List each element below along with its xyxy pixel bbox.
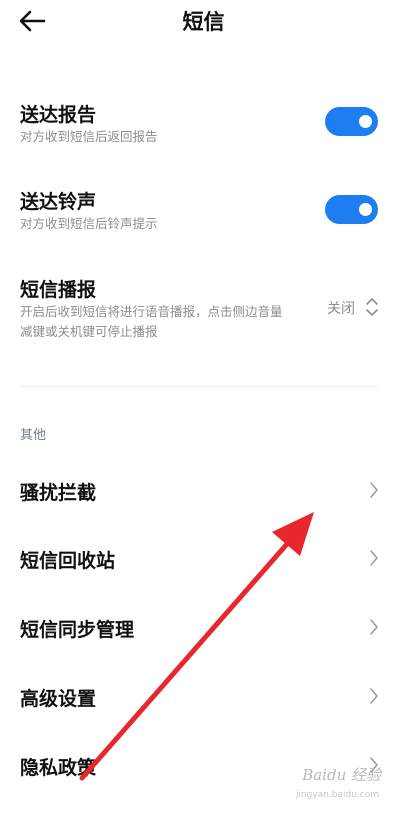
annotation-arrow-icon	[79, 512, 314, 781]
